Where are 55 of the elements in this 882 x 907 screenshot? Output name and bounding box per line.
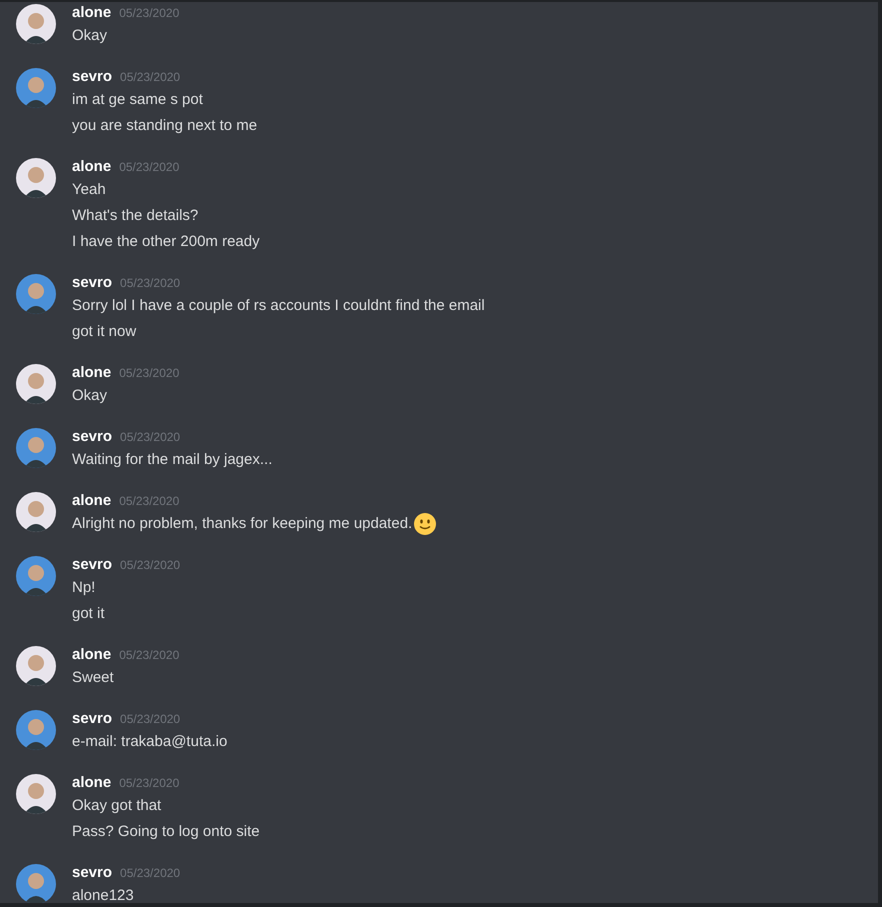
avatar[interactable]	[16, 774, 56, 814]
message-text: im at ge same s pot	[72, 90, 203, 110]
timestamp: 05/23/2020	[120, 557, 180, 574]
message-text: What's the details?	[72, 206, 198, 226]
avatar[interactable]	[16, 364, 56, 404]
username[interactable]: sevro	[72, 555, 112, 575]
timestamp: 05/23/2020	[120, 429, 180, 446]
avatar[interactable]	[16, 274, 56, 314]
username[interactable]: sevro	[72, 427, 112, 447]
message-text: Np!	[72, 578, 96, 598]
message-text: alone123	[72, 886, 134, 903]
message-text: Alright no problem, thanks for keeping me updated.	[72, 514, 412, 534]
avatar[interactable]	[16, 4, 56, 44]
avatar[interactable]	[16, 492, 56, 532]
message-text: Sweet	[72, 668, 114, 688]
timestamp: 05/23/2020	[119, 647, 180, 664]
username[interactable]: sevro	[72, 863, 112, 883]
timestamp: 05/23/2020	[119, 775, 180, 792]
avatar[interactable]	[16, 556, 56, 596]
message-text: got it	[72, 604, 105, 624]
message-text: Okay	[72, 26, 108, 46]
username[interactable]: alone	[72, 491, 112, 511]
timestamp: 05/23/2020	[119, 493, 180, 510]
avatar[interactable]	[16, 710, 56, 750]
username[interactable]: alone	[72, 363, 112, 383]
username[interactable]: alone	[72, 3, 112, 23]
avatar[interactable]	[16, 158, 56, 198]
timestamp: 05/23/2020	[119, 365, 180, 382]
avatar[interactable]	[16, 428, 56, 468]
timestamp: 05/23/2020	[120, 69, 180, 86]
message-text: Waiting for the mail by jagex...	[72, 450, 272, 470]
timestamp: 05/23/2020	[120, 865, 180, 882]
username[interactable]: alone	[72, 645, 112, 665]
avatar[interactable]	[16, 864, 56, 903]
username[interactable]: alone	[72, 157, 112, 177]
message-text: Okay got that	[72, 796, 162, 816]
avatar[interactable]	[16, 68, 56, 108]
message-text: got it now	[72, 322, 136, 342]
username[interactable]: sevro	[72, 273, 112, 293]
smiley-icon	[414, 513, 436, 535]
timestamp: 05/23/2020	[120, 711, 180, 728]
message-text: e-mail: trakaba@tuta.io	[72, 732, 228, 752]
message-text: Pass? Going to log onto site	[72, 822, 260, 842]
timestamp: 05/23/2020	[119, 5, 180, 22]
username[interactable]: sevro	[72, 709, 112, 729]
message-text: Yeah	[72, 180, 106, 200]
message-text: I have the other 200m ready	[72, 232, 260, 252]
timestamp: 05/23/2020	[119, 159, 180, 176]
message-text: Okay	[72, 386, 108, 406]
message-text: you are standing next to me	[72, 116, 258, 136]
message-text: Sorry lol I have a couple of rs accounts I couldnt find the email	[72, 296, 485, 316]
username[interactable]: sevro	[72, 67, 112, 87]
timestamp: 05/23/2020	[120, 275, 180, 292]
avatar[interactable]	[16, 646, 56, 686]
username[interactable]: alone	[72, 773, 112, 793]
